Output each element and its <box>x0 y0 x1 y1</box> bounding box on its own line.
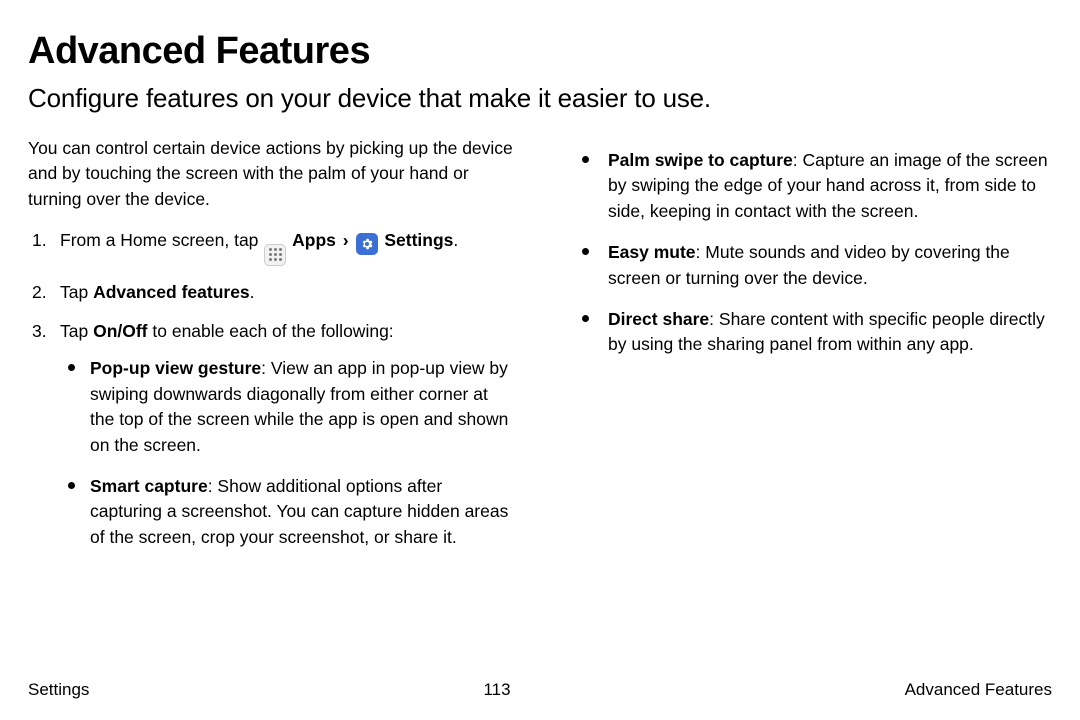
content-columns: You can control certain device actions b… <box>28 136 1052 566</box>
step-2-text-a: Tap <box>60 282 93 302</box>
list-item: Direct share: Share content with specifi… <box>564 307 1052 358</box>
step-3-text-c: to enable each of the following: <box>148 321 394 341</box>
feature-name: Direct share <box>608 309 709 329</box>
features-list-right: Palm swipe to capture: Capture an image … <box>564 148 1052 358</box>
steps-list: From a Home screen, tap Apps › Settings.… <box>28 228 516 550</box>
list-item: Smart capture: Show additional options a… <box>60 474 516 550</box>
list-item: Palm swipe to capture: Capture an image … <box>564 148 1052 224</box>
step-3: Tap On/Off to enable each of the followi… <box>28 319 516 550</box>
step-3-text-a: Tap <box>60 321 93 341</box>
apps-label: Apps <box>292 230 336 250</box>
feature-name: Smart capture <box>90 476 208 496</box>
left-column: You can control certain device actions b… <box>28 136 516 566</box>
right-column: Palm swipe to capture: Capture an image … <box>564 136 1052 566</box>
feature-name: Pop-up view gesture <box>90 358 261 378</box>
footer-page-number: 113 <box>483 680 510 700</box>
page-title: Advanced Features <box>28 30 1052 73</box>
step-2-bold: Advanced features <box>93 282 250 302</box>
breadcrumb-separator: › <box>343 230 349 250</box>
step-2: Tap Advanced features. <box>28 280 516 305</box>
page-footer: Settings 113 Advanced Features <box>28 680 1052 700</box>
feature-name: Easy mute <box>608 242 696 262</box>
step-3-bold: On/Off <box>93 321 147 341</box>
list-item: Pop-up view gesture: View an app in pop-… <box>60 356 516 458</box>
intro-paragraph: You can control certain device actions b… <box>28 136 516 212</box>
features-list-left: Pop-up view gesture: View an app in pop-… <box>60 356 516 550</box>
footer-right: Advanced Features <box>905 680 1052 700</box>
apps-icon <box>264 244 286 266</box>
list-item: Easy mute: Mute sounds and video by cove… <box>564 240 1052 291</box>
step-1-text-a: From a Home screen, tap <box>60 230 263 250</box>
step-1-end: . <box>453 230 458 250</box>
step-2-end: . <box>250 282 255 302</box>
settings-label: Settings <box>384 230 453 250</box>
settings-icon <box>356 233 378 255</box>
footer-left: Settings <box>28 680 89 700</box>
page-subtitle: Configure features on your device that m… <box>28 83 1052 114</box>
feature-name: Palm swipe to capture <box>608 150 793 170</box>
step-1: From a Home screen, tap Apps › Settings. <box>28 228 516 266</box>
